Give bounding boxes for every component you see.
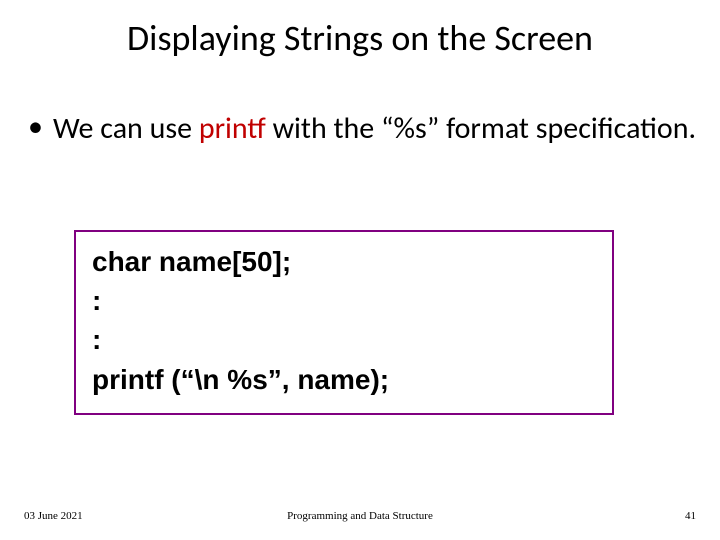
code-box: char name[50]; : : printf (“\n %s”, name…: [74, 230, 614, 415]
bullet-keyword: printf: [199, 110, 266, 147]
code-line-4: printf (“\n %s”, name);: [92, 360, 596, 399]
footer-page-number: 41: [685, 510, 696, 522]
bullet-pre: We can use: [53, 110, 199, 147]
code-line-2: :: [92, 281, 596, 320]
footer-course: Programming and Data Structure: [24, 510, 696, 522]
slide-title: Displaying Strings on the Screen: [0, 16, 720, 60]
bullet-post: with the “%s” format specification.: [266, 110, 696, 147]
bullet-item: • We can use printf with the “%s” format …: [28, 110, 710, 148]
bullet-text: We can use printf with the “%s” format s…: [53, 110, 696, 147]
code-line-1: char name[50];: [92, 242, 596, 281]
slide: Displaying Strings on the Screen • We can…: [0, 0, 720, 540]
bullet-dot-icon: •: [28, 110, 43, 143]
code-line-3: :: [92, 320, 596, 359]
